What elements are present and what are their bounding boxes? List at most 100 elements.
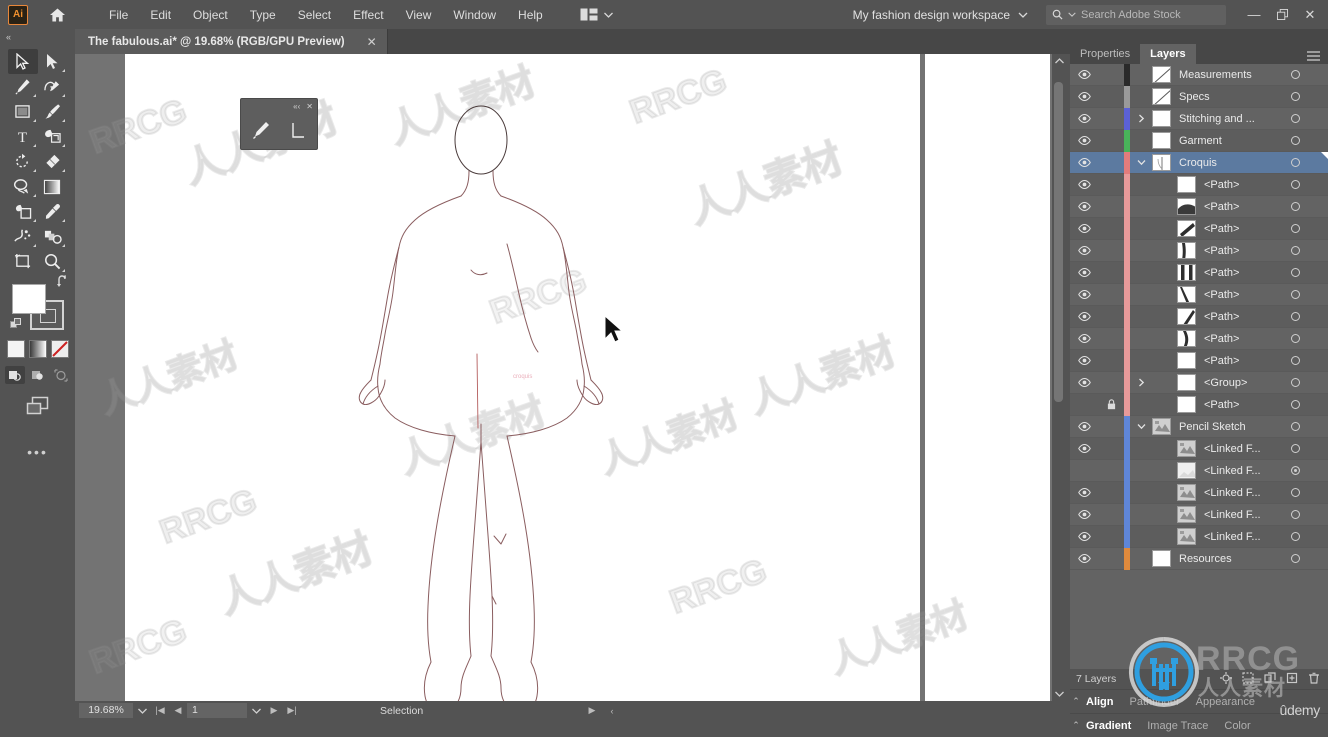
target-indicator[interactable] bbox=[1291, 114, 1300, 123]
layer-name[interactable]: Measurements bbox=[1179, 69, 1252, 81]
tab-align[interactable]: Align bbox=[1082, 696, 1126, 708]
target-indicator[interactable] bbox=[1291, 378, 1300, 387]
layer-row[interactable]: <Path> bbox=[1070, 393, 1328, 416]
close-icon[interactable]: ✕ bbox=[306, 102, 313, 111]
layer-row[interactable]: <Path> bbox=[1070, 195, 1328, 218]
target-indicator[interactable] bbox=[1291, 444, 1300, 453]
disclosure-triangle-closed[interactable] bbox=[1130, 378, 1152, 387]
visibility-eye-icon[interactable] bbox=[1070, 532, 1098, 541]
delete-layer-icon[interactable] bbox=[1308, 672, 1320, 687]
pen-tool[interactable] bbox=[251, 120, 271, 143]
visibility-eye-icon[interactable] bbox=[1070, 378, 1098, 387]
layer-row[interactable]: <Linked F... bbox=[1070, 459, 1328, 482]
anchor-point-tool[interactable] bbox=[290, 120, 308, 143]
layer-name[interactable]: <Path> bbox=[1204, 311, 1239, 323]
none-button[interactable] bbox=[50, 340, 69, 358]
layer-name[interactable]: <Path> bbox=[1204, 355, 1239, 367]
canvas-vertical-scrollbar[interactable] bbox=[1052, 54, 1066, 701]
layer-name[interactable]: <Linked F... bbox=[1204, 443, 1261, 455]
collapse-icon[interactable]: «‹ bbox=[293, 102, 300, 111]
layer-row[interactable]: <Linked F... bbox=[1070, 437, 1328, 460]
search-adobe-stock-input[interactable]: Search Adobe Stock bbox=[1046, 4, 1226, 25]
visibility-eye-icon[interactable] bbox=[1070, 114, 1098, 123]
target-indicator[interactable] bbox=[1291, 136, 1300, 145]
layer-row[interactable]: <Path> bbox=[1070, 327, 1328, 350]
lasso-tool[interactable] bbox=[8, 174, 38, 199]
fashion-croquis-artwork[interactable]: croquis bbox=[75, 54, 1060, 701]
workspace-switcher[interactable]: My fashion design workspace bbox=[845, 4, 1036, 26]
rectangle-tool[interactable] bbox=[8, 99, 38, 124]
layer-name[interactable]: <Group> bbox=[1204, 377, 1247, 389]
target-indicator[interactable] bbox=[1291, 334, 1300, 343]
scroll-down-arrow[interactable] bbox=[1052, 687, 1066, 701]
layer-name[interactable]: Resources bbox=[1179, 553, 1232, 565]
menu-item-help[interactable]: Help bbox=[507, 4, 554, 26]
layer-name[interactable]: Pencil Sketch bbox=[1179, 421, 1246, 433]
last-artboard-button[interactable]: ▶| bbox=[283, 705, 301, 716]
panel-menu-icon[interactable] bbox=[1307, 48, 1328, 64]
visibility-eye-icon[interactable] bbox=[1070, 356, 1098, 365]
document-tab[interactable]: The fabulous.ai* @ 19.68% (RGB/GPU Previ… bbox=[75, 29, 388, 54]
target-indicator[interactable] bbox=[1291, 224, 1300, 233]
target-indicator[interactable] bbox=[1291, 268, 1300, 277]
minimize-button[interactable]: — bbox=[1240, 0, 1268, 29]
layer-row[interactable]: <Group> bbox=[1070, 371, 1328, 394]
previous-artboard-button[interactable]: ◀ bbox=[169, 705, 187, 716]
zoom-dropdown-icon[interactable] bbox=[133, 708, 151, 714]
lock-icon[interactable] bbox=[1098, 399, 1124, 410]
visibility-eye-icon[interactable] bbox=[1070, 92, 1098, 101]
direct-selection-tool[interactable] bbox=[38, 49, 68, 74]
blend-tool[interactable] bbox=[38, 224, 68, 249]
target-indicator[interactable] bbox=[1291, 202, 1300, 211]
layer-row[interactable]: Specs bbox=[1070, 85, 1328, 108]
fill-swatch[interactable] bbox=[11, 284, 46, 314]
draw-normal-button[interactable] bbox=[4, 366, 25, 384]
type-tool[interactable]: T bbox=[8, 124, 38, 149]
layer-name[interactable]: <Linked F... bbox=[1204, 531, 1261, 543]
visibility-eye-icon[interactable] bbox=[1070, 70, 1098, 79]
tab-layers[interactable]: Layers bbox=[1140, 44, 1196, 64]
home-icon[interactable] bbox=[42, 0, 72, 29]
layer-name[interactable]: <Path> bbox=[1204, 245, 1239, 257]
visibility-eye-icon[interactable] bbox=[1070, 246, 1098, 255]
target-indicator[interactable] bbox=[1291, 70, 1300, 79]
scrollbar-thumb[interactable] bbox=[1054, 82, 1063, 402]
close-icon[interactable]: ✕ bbox=[367, 35, 377, 49]
target-indicator[interactable] bbox=[1291, 290, 1300, 299]
eyedropper-tool[interactable] bbox=[38, 199, 68, 224]
visibility-eye-icon[interactable] bbox=[1070, 334, 1098, 343]
layer-row[interactable]: <Linked F... bbox=[1070, 525, 1328, 548]
gradient-button[interactable] bbox=[28, 340, 47, 358]
target-indicator[interactable] bbox=[1291, 510, 1300, 519]
visibility-eye-icon[interactable] bbox=[1070, 488, 1098, 497]
disclosure-triangle-open[interactable] bbox=[1130, 423, 1152, 430]
free-transform-tool[interactable] bbox=[8, 199, 38, 224]
toolbar-collapse-button[interactable]: « bbox=[0, 29, 75, 45]
layer-row[interactable]: <Linked F... bbox=[1070, 481, 1328, 504]
menu-item-object[interactable]: Object bbox=[182, 4, 239, 26]
visibility-eye-icon[interactable] bbox=[1070, 554, 1098, 563]
draw-inside-button[interactable] bbox=[51, 366, 71, 384]
menu-item-type[interactable]: Type bbox=[239, 4, 287, 26]
visibility-eye-icon[interactable] bbox=[1070, 268, 1098, 277]
layer-row[interactable]: Stitching and ... bbox=[1070, 107, 1328, 130]
visibility-eye-icon[interactable] bbox=[1070, 224, 1098, 233]
paintbrush-tool[interactable] bbox=[38, 99, 68, 124]
layer-row[interactable]: Measurements bbox=[1070, 64, 1328, 86]
layer-row[interactable]: Resources bbox=[1070, 547, 1328, 570]
visibility-eye-icon[interactable] bbox=[1070, 422, 1098, 431]
target-indicator[interactable] bbox=[1291, 554, 1300, 563]
arrange-documents-button[interactable] bbox=[574, 5, 619, 24]
layer-row[interactable]: <Path> bbox=[1070, 349, 1328, 372]
menu-item-effect[interactable]: Effect bbox=[342, 4, 394, 26]
layer-name[interactable]: Garment bbox=[1179, 135, 1222, 147]
zoom-tool[interactable] bbox=[38, 249, 68, 274]
color-button[interactable] bbox=[6, 340, 25, 358]
restore-button[interactable] bbox=[1268, 0, 1296, 29]
target-indicator[interactable] bbox=[1291, 92, 1300, 101]
tab-color[interactable]: Color bbox=[1220, 720, 1262, 732]
tab-gradient[interactable]: Gradient bbox=[1082, 720, 1143, 732]
layer-name[interactable]: <Path> bbox=[1204, 289, 1239, 301]
artboard-tool[interactable] bbox=[8, 249, 38, 274]
layer-name[interactable]: <Linked F... bbox=[1204, 465, 1261, 477]
